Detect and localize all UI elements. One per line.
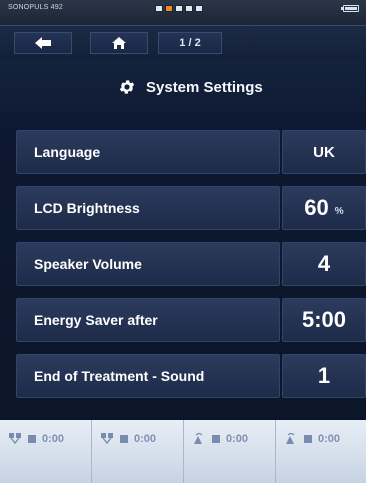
status-bar: SONOPULS 492 [0,0,366,26]
setting-label: Energy Saver after [16,298,280,342]
channel-slot-1[interactable]: 0:00 [0,420,92,483]
setting-label: Language [16,130,280,174]
navigation-bar: 1 / 2 [0,26,366,60]
electrode-y2-icon [101,433,113,445]
channel-bar: 0:00 0:00 0:00 0:00 [0,420,366,483]
channel-time: 0:00 [318,433,341,445]
setting-value: 1 [317,363,331,388]
channel-indicator [155,5,203,12]
back-button[interactable] [14,32,72,54]
channel-indicator-1 [155,5,163,12]
setting-value-button[interactable]: 1 [282,354,366,398]
device-screen: SONOPULS 492 1 / 2 System Settings Langu… [0,0,366,483]
battery-icon [341,5,359,12]
page-header: System Settings [0,60,366,112]
setting-value-button[interactable]: 5:00 [282,298,366,342]
setting-value: 5:00 [301,307,347,332]
gear-icon [119,80,135,94]
setting-value-button[interactable]: 60 % [282,186,366,230]
setting-row-speaker-volume[interactable]: Speaker Volume 4 [16,242,366,286]
setting-value-button[interactable]: UK [282,130,366,174]
setting-row-end-of-treatment-sound[interactable]: End of Treatment - Sound 1 [16,354,366,398]
setting-value: 60 [304,195,329,220]
channel-indicator-2 [165,5,173,12]
arrow-left-icon [35,37,51,49]
setting-row-language[interactable]: Language UK [16,130,366,174]
setting-row-lcd-brightness[interactable]: LCD Brightness 60 % [16,186,366,230]
ultrasound-b-icon [286,432,295,444]
device-model: SONOPULS 492 [8,4,63,11]
electrode-y1-icon [9,433,21,445]
ultrasound-a-icon [194,432,203,444]
stop-icon [212,435,220,443]
home-icon [112,37,126,49]
channel-time: 0:00 [226,433,249,445]
page-indicator: 1 / 2 [158,32,222,54]
setting-value: UK [313,143,335,161]
channel-time: 0:00 [134,433,157,445]
channel-slot-4[interactable]: 0:00 [276,420,366,483]
stop-icon [28,435,36,443]
setting-value-button[interactable]: 4 [282,242,366,286]
channel-indicator-4 [185,5,193,12]
channel-slot-2[interactable]: 0:00 [92,420,184,483]
setting-label: End of Treatment - Sound [16,354,280,398]
stop-icon [120,435,128,443]
setting-label: LCD Brightness [16,186,280,230]
channel-indicator-5 [195,5,203,12]
home-button[interactable] [90,32,148,54]
setting-row-energy-saver[interactable]: Energy Saver after 5:00 [16,298,366,342]
channel-slot-3[interactable]: 0:00 [184,420,276,483]
setting-unit: % [334,205,344,217]
page-title: System Settings [146,78,263,96]
settings-list: Language UK LCD Brightness 60 % Speaker … [0,118,366,414]
setting-label: Speaker Volume [16,242,280,286]
stop-icon [304,435,312,443]
channel-time: 0:00 [42,433,65,445]
channel-indicator-3 [175,5,183,12]
setting-value: 4 [317,251,331,276]
